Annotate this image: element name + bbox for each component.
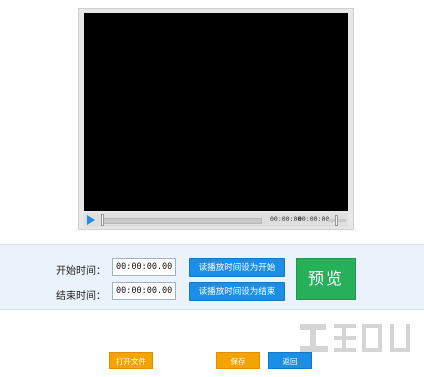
- video-area: 00:00:00 00:00:00: [0, 0, 424, 244]
- play-icon[interactable]: [87, 215, 95, 225]
- set-start-button[interactable]: 读播放时间设为开始: [189, 258, 285, 277]
- preview-button[interactable]: 预览: [296, 258, 356, 300]
- volume-thumb[interactable]: [335, 215, 338, 226]
- video-screen[interactable]: [84, 13, 348, 211]
- open-file-button[interactable]: 打开文件: [109, 352, 153, 369]
- set-end-button[interactable]: 读播放时间设为结束: [189, 282, 285, 301]
- video-player: 00:00:00 00:00:00: [78, 8, 354, 230]
- time-settings-panel: 开始时间： 读播放时间设为开始 结束时间： 读播放时间设为结束 预览: [0, 244, 424, 310]
- start-time-input[interactable]: [112, 258, 176, 276]
- watermark-logo: [300, 324, 410, 352]
- start-time-label: 开始时间：: [56, 266, 106, 277]
- seek-thumb[interactable]: [101, 214, 104, 226]
- player-controls: 00:00:00 00:00:00: [84, 213, 348, 227]
- end-time-label: 结束时间：: [56, 291, 106, 302]
- current-time: 00:00:00: [270, 215, 302, 223]
- save-button[interactable]: 保存: [216, 352, 260, 369]
- total-time: 00:00:00: [298, 215, 330, 223]
- seek-bar[interactable]: [102, 218, 262, 224]
- end-time-input[interactable]: [112, 282, 176, 300]
